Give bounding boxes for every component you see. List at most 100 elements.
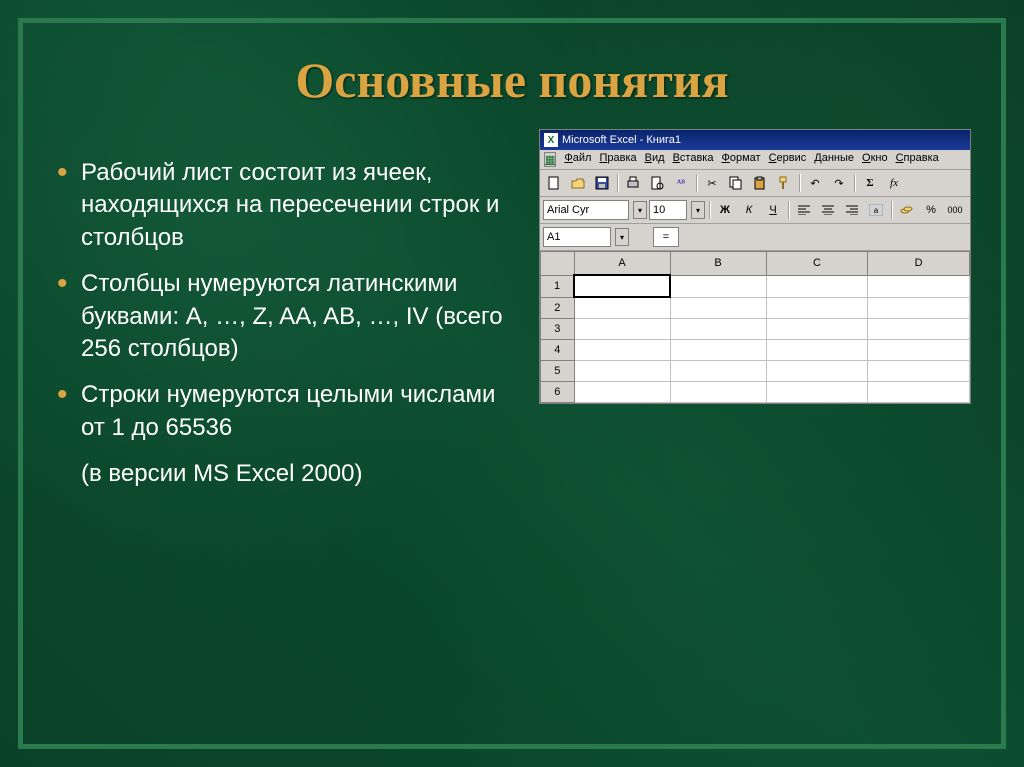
menu-insert[interactable]: Вставка (673, 152, 714, 167)
bold-button[interactable]: Ж (714, 199, 736, 221)
menu-edit[interactable]: Правка (599, 152, 636, 167)
cell[interactable] (868, 319, 970, 340)
cell[interactable] (766, 297, 868, 319)
row-header[interactable]: 2 (541, 297, 575, 319)
menu-file[interactable]: Файл (564, 152, 591, 167)
print-icon[interactable] (622, 172, 644, 194)
excel-window: X Microsoft Excel - Книга1 ▦ Файл Правка… (539, 129, 971, 404)
cell[interactable] (766, 275, 868, 297)
excel-app-icon: X (544, 133, 558, 147)
cell[interactable] (766, 340, 868, 361)
cell[interactable] (670, 382, 766, 403)
font-size-box[interactable]: 10 (649, 200, 687, 220)
redo-icon[interactable]: ↷ (828, 172, 850, 194)
autosum-icon[interactable]: Σ (859, 172, 881, 194)
toolbar-sep (854, 174, 855, 192)
cut-icon[interactable]: ✂ (701, 172, 723, 194)
formula-equals[interactable]: = (653, 227, 679, 247)
spellcheck-icon[interactable]: ᴬᴮ (670, 172, 692, 194)
preview-icon[interactable] (646, 172, 668, 194)
cell[interactable] (574, 297, 670, 319)
menu-data[interactable]: Данные (814, 152, 854, 167)
cell-A1[interactable] (574, 275, 670, 297)
merge-center-icon[interactable]: a (865, 199, 887, 221)
col-header[interactable]: A (574, 252, 670, 276)
menu-tools[interactable]: Сервис (769, 152, 807, 167)
name-box-dropdown-icon[interactable]: ▾ (615, 228, 629, 246)
slide: Основные понятия Рабочий лист состоит из… (0, 0, 1024, 767)
row-header[interactable]: 3 (541, 319, 575, 340)
undo-icon[interactable]: ↶ (804, 172, 826, 194)
cell[interactable] (574, 361, 670, 382)
copy-icon[interactable] (725, 172, 747, 194)
name-box[interactable]: A1 (543, 227, 611, 247)
excel-standard-toolbar: ᴬᴮ ✂ ↶ ↷ Σ fx (540, 170, 970, 197)
menu-window[interactable]: Окно (862, 152, 888, 167)
font-name-value: Arial Cyr (547, 204, 589, 216)
function-icon[interactable]: fx (883, 172, 905, 194)
toolbar-sep (891, 201, 892, 219)
col-header[interactable]: B (670, 252, 766, 276)
toolbar-sep (617, 174, 618, 192)
bullet-item: Строки нумеруются целыми числами от 1 до… (53, 379, 523, 444)
excel-titlebar: X Microsoft Excel - Книга1 (540, 130, 970, 150)
excel-grid[interactable]: A B C D 1 (540, 251, 970, 403)
font-size-dropdown-icon[interactable]: ▾ (691, 201, 705, 219)
currency-icon[interactable] (896, 199, 918, 221)
save-icon[interactable] (591, 172, 613, 194)
excel-format-toolbar: Arial Cyr ▾ 10 ▾ Ж К Ч a (540, 197, 970, 224)
bullet-tail: (в версии MS Excel 2000) (53, 458, 523, 490)
workbook-icon: ▦ (544, 152, 556, 167)
cell[interactable] (868, 361, 970, 382)
slide-frame: Основные понятия Рабочий лист состоит из… (18, 18, 1006, 749)
slide-body: Рабочий лист состоит из ячеек, находящих… (23, 119, 1001, 505)
cell[interactable] (766, 382, 868, 403)
new-icon[interactable] (543, 172, 565, 194)
excel-formula-row: A1 ▾ = (540, 224, 970, 251)
underline-button[interactable]: Ч (762, 199, 784, 221)
font-name-dropdown-icon[interactable]: ▾ (633, 201, 647, 219)
cell[interactable] (670, 275, 766, 297)
percent-icon[interactable]: % (920, 199, 942, 221)
svg-text:a: a (874, 206, 879, 215)
row-header[interactable]: 4 (541, 340, 575, 361)
open-icon[interactable] (567, 172, 589, 194)
cell[interactable] (766, 319, 868, 340)
thousands-icon[interactable]: 000 (944, 199, 966, 221)
align-left-icon[interactable] (793, 199, 815, 221)
bullet-item: Столбцы нумеруются латинскими буквами: A… (53, 268, 523, 365)
row-header[interactable]: 1 (541, 275, 575, 297)
cell[interactable] (574, 319, 670, 340)
bullet-item: Рабочий лист состоит из ячеек, находящих… (53, 157, 523, 254)
cell[interactable] (868, 382, 970, 403)
menu-view[interactable]: Вид (645, 152, 665, 167)
cell[interactable] (670, 319, 766, 340)
excel-menubar: ▦ Файл Правка Вид Вставка Формат Сервис … (540, 150, 970, 170)
row-header[interactable]: 6 (541, 382, 575, 403)
col-header[interactable]: C (766, 252, 868, 276)
menu-format[interactable]: Формат (721, 152, 760, 167)
select-all-corner[interactable] (541, 252, 575, 276)
row-header[interactable]: 5 (541, 361, 575, 382)
toolbar-sep (709, 201, 710, 219)
cell[interactable] (574, 340, 670, 361)
font-size-value: 10 (653, 204, 665, 216)
cell[interactable] (574, 382, 670, 403)
cell[interactable] (670, 361, 766, 382)
italic-button[interactable]: К (738, 199, 760, 221)
cell[interactable] (670, 340, 766, 361)
align-center-icon[interactable] (817, 199, 839, 221)
cell[interactable] (868, 297, 970, 319)
cell[interactable] (868, 275, 970, 297)
cell[interactable] (670, 297, 766, 319)
col-header[interactable]: D (868, 252, 970, 276)
font-name-box[interactable]: Arial Cyr (543, 200, 629, 220)
align-right-icon[interactable] (841, 199, 863, 221)
cell[interactable] (868, 340, 970, 361)
cell[interactable] (766, 361, 868, 382)
name-box-value: A1 (547, 231, 560, 243)
bullet-text: Строки нумеруются целыми числами от 1 до… (81, 381, 495, 440)
menu-help[interactable]: Справка (896, 152, 939, 167)
paste-icon[interactable] (749, 172, 771, 194)
format-painter-icon[interactable] (773, 172, 795, 194)
